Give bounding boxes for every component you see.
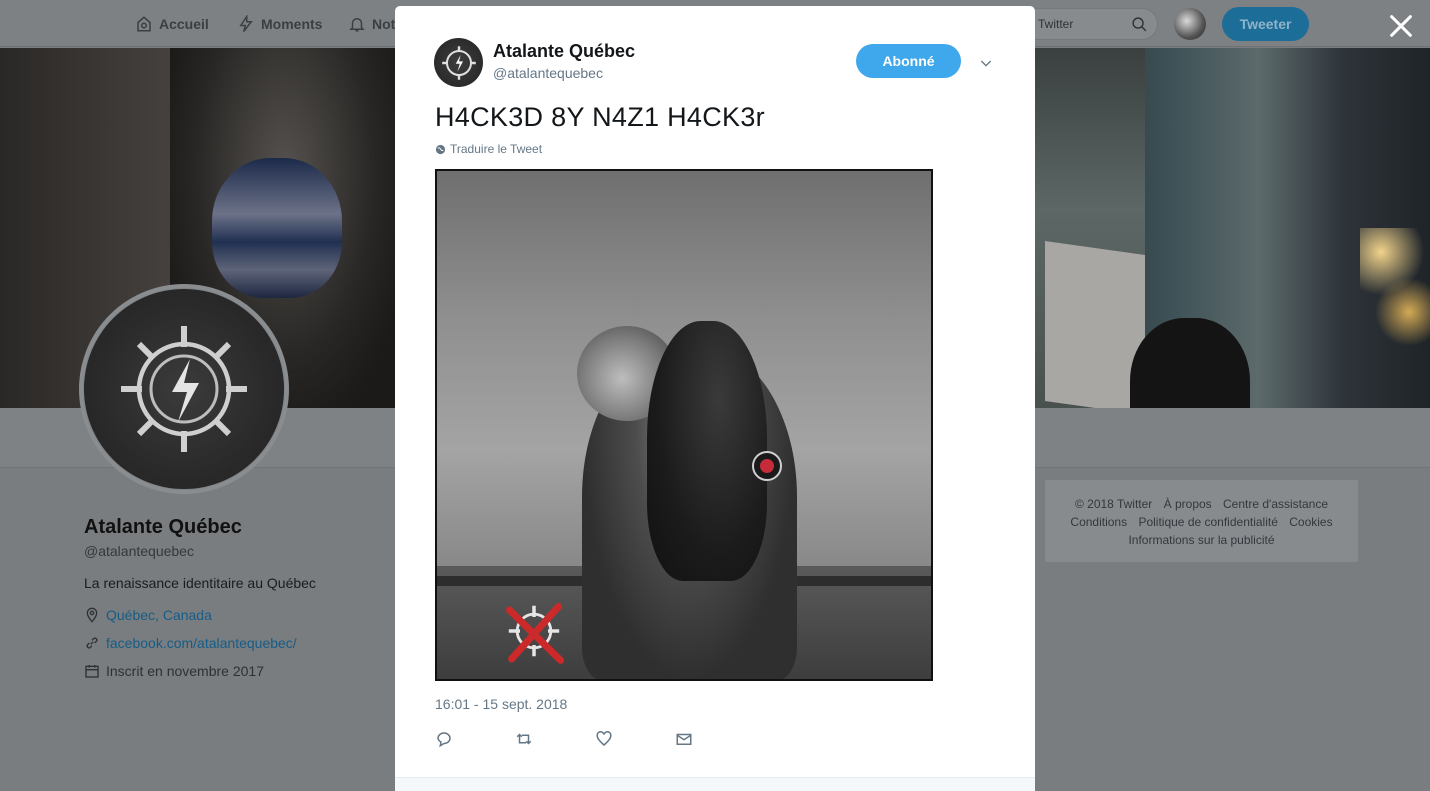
calendar-icon (85, 665, 99, 678)
profile-avatar[interactable] (79, 284, 289, 494)
location-link[interactable]: Québec, Canada (106, 607, 212, 623)
link-icon (86, 637, 98, 649)
nav-home-label: Accueil (159, 16, 209, 32)
user-avatar[interactable] (1174, 8, 1206, 40)
footer-copyright: © 2018 Twitter (1074, 497, 1153, 511)
follow-button[interactable]: Abonné (856, 44, 961, 78)
lightning-icon (239, 15, 253, 32)
home-icon (137, 16, 151, 32)
tweet-timestamp[interactable]: 16:01 - 15 sept. 2018 (435, 696, 567, 712)
profile-website: facebook.com/atalantequebec/ (84, 635, 297, 651)
translate-label: Traduire le Tweet (450, 142, 543, 156)
nav-home[interactable]: Accueil (135, 14, 209, 34)
profile-name: Atalante Québec (84, 516, 242, 538)
tweet-author-handle[interactable]: @atalantequebec (493, 65, 603, 81)
profile-joined: Inscrit en novembre 2017 (84, 663, 264, 679)
profile-location: Québec, Canada (84, 607, 212, 623)
translate-tweet-link[interactable]: Traduire le Tweet (435, 142, 542, 156)
reply-icon (437, 732, 451, 748)
like-icon (596, 731, 612, 746)
message-icon (676, 733, 692, 745)
close-icon[interactable] (1387, 12, 1415, 40)
footer-terms-link[interactable]: Conditions (1070, 515, 1127, 529)
photo-antifa-patch (752, 451, 782, 481)
tweet-author-name[interactable]: Atalante Québec (493, 41, 635, 62)
tweet-modal: Atalante Québec @atalantequebec Abonné H… (395, 6, 1035, 791)
footer-help-link[interactable]: Centre d'assistance (1223, 497, 1328, 511)
chevron-down-icon[interactable] (978, 55, 994, 71)
photo-cat (647, 321, 767, 581)
location-icon (86, 607, 98, 623)
footer-links: © 2018 Twitter À propos Centre d'assista… (1045, 480, 1358, 562)
footer-line-1: © 2018 Twitter À propos Centre d'assista… (1045, 495, 1358, 513)
footer-ads-info-link[interactable]: Informations sur la publicité (1128, 533, 1274, 547)
tweet-media-image[interactable] (435, 169, 933, 681)
globe-icon (435, 144, 446, 154)
logo-icon (441, 45, 476, 80)
nav-moments[interactable]: Moments (237, 14, 322, 34)
tweet-text: H4CK3D 8Y N4Z1 H4CK3r (435, 102, 765, 132)
banner-mask (212, 158, 342, 298)
tweet-actions (435, 730, 755, 750)
retweet-button[interactable] (515, 730, 535, 750)
profile-bio: La renaissance identitaire au Québec (84, 575, 316, 591)
footer-line-2: Conditions Politique de confidentialité … (1045, 513, 1358, 531)
banner-lights (1360, 228, 1430, 348)
footer-about-link[interactable]: À propos (1164, 497, 1212, 511)
nav-notifications[interactable]: Noti (348, 14, 399, 34)
direct-message-button[interactable] (675, 730, 695, 750)
nav-moments-label: Moments (261, 16, 323, 32)
bell-icon (349, 18, 365, 32)
retweet-icon (516, 733, 532, 745)
footer-cookies-link[interactable]: Cookies (1289, 515, 1332, 529)
banner-figure-2 (1130, 318, 1250, 408)
profile-handle: @atalantequebec (84, 543, 194, 559)
logo-icon (121, 326, 247, 452)
website-link[interactable]: facebook.com/atalantequebec/ (106, 635, 297, 651)
modal-footer (395, 777, 1035, 791)
crossed-logo-graffiti (506, 603, 565, 664)
footer-line-3: Informations sur la publicité (1045, 531, 1358, 549)
search-placeholder: Twitter (1038, 17, 1074, 31)
tweet-author-avatar[interactable] (434, 38, 483, 87)
compose-tweet-button[interactable]: Tweeter (1222, 7, 1309, 41)
footer-privacy-link[interactable]: Politique de confidentialité (1138, 515, 1277, 529)
reply-button[interactable] (435, 730, 455, 750)
joined-text: Inscrit en novembre 2017 (106, 663, 264, 679)
search-icon[interactable] (1131, 16, 1148, 33)
like-button[interactable] (595, 730, 615, 750)
